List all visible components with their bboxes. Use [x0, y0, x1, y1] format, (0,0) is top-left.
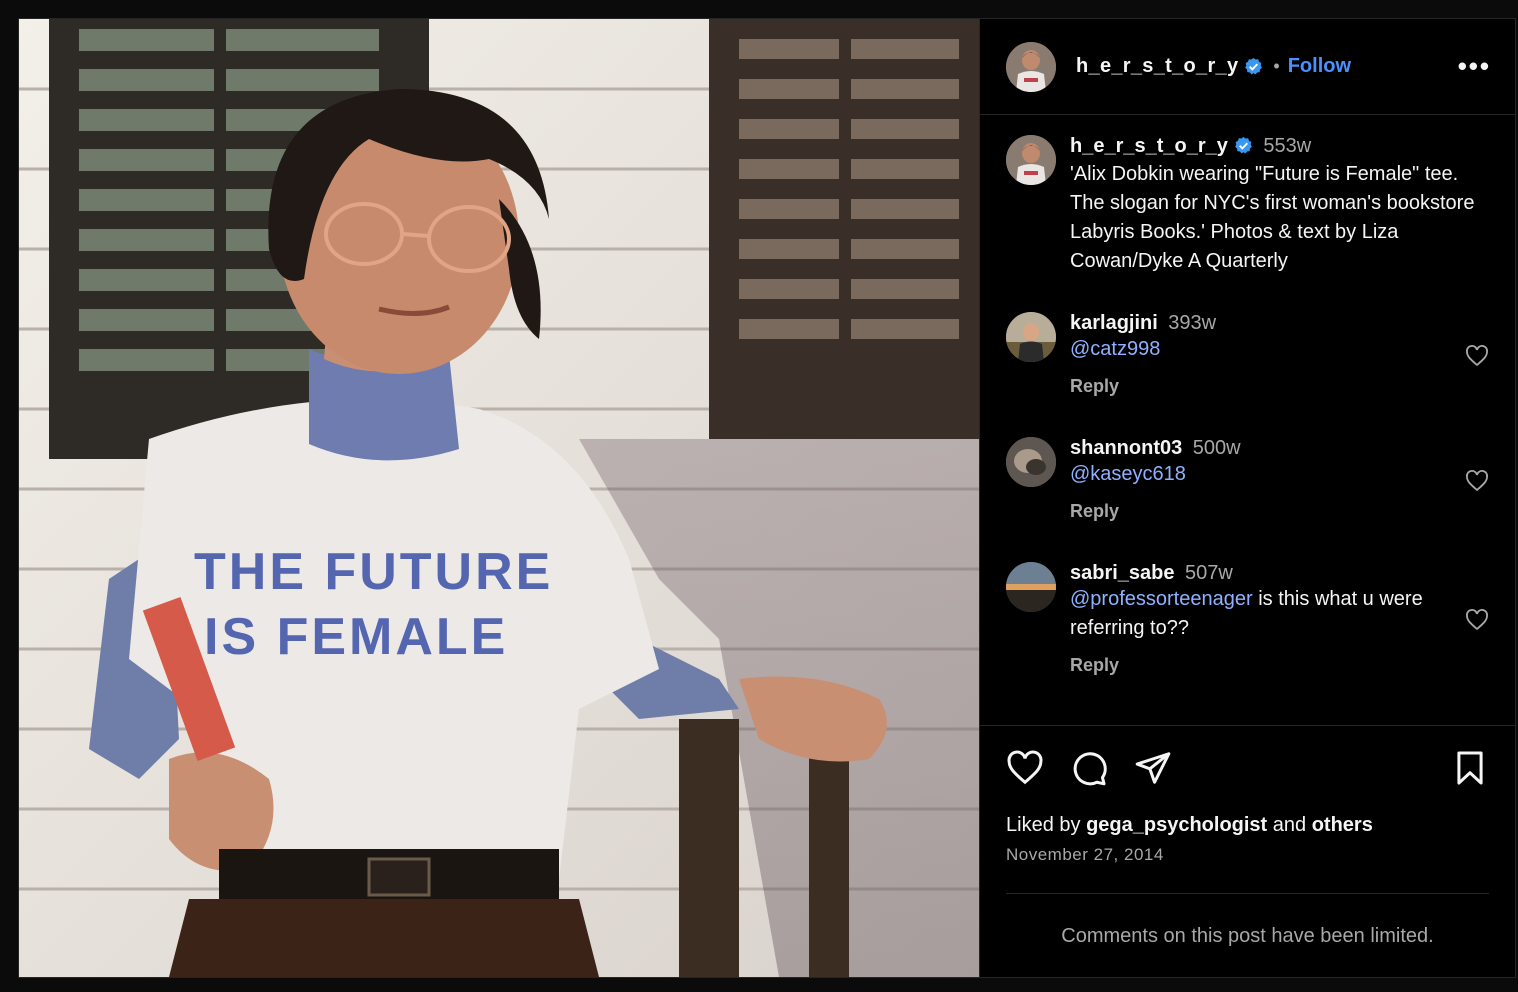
comment-time[interactable]: 507w: [1185, 562, 1233, 584]
shirt-text-line1: THE FUTURE: [194, 543, 553, 601]
comment-mention[interactable]: @catz998: [1070, 338, 1160, 360]
verified-badge-icon: [1235, 136, 1252, 154]
avatar-image: [1006, 135, 1056, 185]
separator-dot: •: [1273, 56, 1280, 76]
shirt-text-line2: IS FEMALE: [204, 608, 508, 666]
comment-avatar[interactable]: [1006, 312, 1056, 362]
like-comment-heart-icon[interactable]: [1465, 608, 1489, 632]
comment-username[interactable]: sabri_sabe: [1070, 562, 1175, 584]
comment-mention[interactable]: @kaseyc618: [1070, 463, 1186, 485]
liked-user-link[interactable]: gega_psychologist: [1086, 814, 1267, 836]
reply-button[interactable]: Reply: [1070, 501, 1449, 522]
caption-text: 'Alix Dobkin wearing "Future is Female" …: [1070, 163, 1475, 272]
post-dialog: THE FUTURE IS FEMALE h_e_r_s_t_o_r_y • F…: [18, 18, 1516, 978]
comment-avatar[interactable]: [1006, 562, 1056, 612]
comments-limited-notice: Comments on this post have been limited.: [1006, 893, 1489, 978]
bookmark-icon[interactable]: [1451, 749, 1489, 787]
post-caption: h_e_r_s_t_o_r_y 553w 'Alix Dobkin wearin…: [1006, 135, 1489, 276]
avatar-image: [1006, 312, 1056, 362]
paper-plane-icon[interactable]: [1134, 749, 1172, 787]
liked-mid: and: [1267, 814, 1312, 836]
likes-summary: Liked by gega_psychologist and others: [1006, 814, 1489, 837]
post-date[interactable]: November 27, 2014: [1006, 845, 1489, 865]
comment-username[interactable]: karlagjini: [1070, 312, 1158, 334]
post-side-panel: h_e_r_s_t_o_r_y • Follow ••• h_e_r_s_t_o…: [980, 19, 1515, 977]
avatar-image: [1006, 562, 1056, 612]
heart-icon[interactable]: [1006, 749, 1044, 787]
like-comment-heart-icon[interactable]: [1465, 344, 1489, 368]
avatar-image: [1006, 437, 1056, 487]
post-actions-section: Liked by gega_psychologist and others No…: [980, 725, 1515, 865]
comment-mention[interactable]: @professorteenager: [1070, 588, 1253, 610]
liked-others-link[interactable]: others: [1312, 814, 1373, 836]
post-header: h_e_r_s_t_o_r_y • Follow •••: [980, 19, 1515, 115]
comment-username[interactable]: shannont03: [1070, 437, 1182, 459]
reply-button[interactable]: Reply: [1070, 376, 1449, 397]
comment-time[interactable]: 393w: [1168, 312, 1216, 334]
comment-item: sabri_sabe 507w @professorteenager is th…: [1006, 562, 1489, 676]
reply-button[interactable]: Reply: [1070, 655, 1449, 676]
caption-avatar[interactable]: [1006, 135, 1056, 185]
comment-avatar[interactable]: [1006, 437, 1056, 487]
comment-item: shannont03 500w @kaseyc618 Reply: [1006, 437, 1489, 522]
comment-bubble-icon[interactable]: [1070, 749, 1108, 787]
liked-prefix: Liked by: [1006, 814, 1087, 836]
author-username[interactable]: h_e_r_s_t_o_r_y: [1076, 55, 1238, 78]
like-comment-heart-icon[interactable]: [1465, 469, 1489, 493]
author-avatar[interactable]: [1006, 41, 1056, 92]
action-bar: [1006, 748, 1489, 788]
caption-time[interactable]: 553w: [1263, 135, 1311, 157]
comment-item: karlagjini 393w @catz998 Reply: [1006, 312, 1489, 397]
comments-list: h_e_r_s_t_o_r_y 553w 'Alix Dobkin wearin…: [980, 115, 1515, 676]
post-photo[interactable]: THE FUTURE IS FEMALE: [19, 19, 980, 977]
follow-button[interactable]: Follow: [1288, 55, 1351, 78]
avatar-image: [1006, 41, 1056, 92]
photo-illustration: THE FUTURE IS FEMALE: [19, 19, 979, 977]
comment-time[interactable]: 500w: [1193, 437, 1241, 459]
more-options-icon[interactable]: •••: [1458, 51, 1491, 82]
caption-username[interactable]: h_e_r_s_t_o_r_y: [1070, 135, 1228, 157]
verified-badge-icon: [1245, 57, 1263, 75]
